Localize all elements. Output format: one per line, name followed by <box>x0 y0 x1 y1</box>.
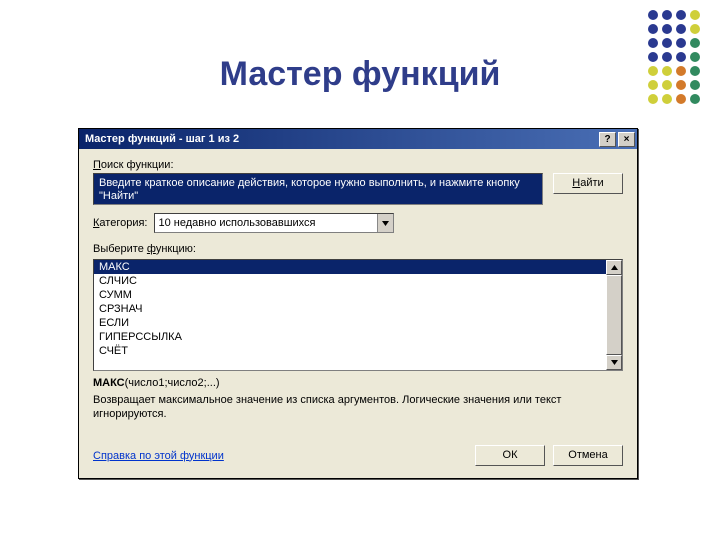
scroll-thumb[interactable] <box>606 275 622 355</box>
function-list-container: МАКССЛЧИССУММСРЗНАЧЕСЛИГИПЕРССЫЛКАСЧЁТ <box>93 259 623 371</box>
scroll-track[interactable] <box>606 275 622 355</box>
decorative-dots <box>648 10 702 106</box>
slide-title: Мастер функций <box>0 55 720 94</box>
dialog-title: Мастер функций - шаг 1 из 2 <box>85 133 597 145</box>
list-item[interactable]: ЕСЛИ <box>94 316 606 330</box>
search-input[interactable]: Введите краткое описание действия, котор… <box>93 173 543 205</box>
cancel-button[interactable]: Отмена <box>553 445 623 466</box>
scroll-down-icon[interactable] <box>606 355 622 370</box>
ok-button[interactable]: ОК <box>475 445 545 466</box>
function-description: Возвращает максимальное значение из спис… <box>93 393 623 421</box>
function-signature: МАКС(число1;число2;...) <box>93 377 623 389</box>
help-button[interactable]: ? <box>599 132 616 147</box>
list-item[interactable]: СРЗНАЧ <box>94 302 606 316</box>
scrollbar[interactable] <box>606 260 622 370</box>
function-wizard-dialog: Мастер функций - шаг 1 из 2 ? × Поиск фу… <box>78 128 638 479</box>
category-value: 10 недавно использовавшихся <box>155 217 377 229</box>
category-label: Категория: <box>93 217 148 229</box>
list-item[interactable]: СУММ <box>94 288 606 302</box>
list-item[interactable]: СЧЁТ <box>94 344 606 358</box>
list-item[interactable]: ГИПЕРССЫЛКА <box>94 330 606 344</box>
scroll-up-icon[interactable] <box>606 260 622 275</box>
close-button[interactable]: × <box>618 132 635 147</box>
category-select[interactable]: 10 недавно использовавшихся <box>154 213 394 233</box>
list-item[interactable]: СЛЧИС <box>94 274 606 288</box>
list-item[interactable]: МАКС <box>94 260 606 274</box>
function-list[interactable]: МАКССЛЧИССУММСРЗНАЧЕСЛИГИПЕРССЫЛКАСЧЁТ <box>94 260 606 370</box>
help-link[interactable]: Справка по этой функции <box>93 450 467 462</box>
search-label: Поиск функции: <box>93 159 623 171</box>
choose-function-label: Выберите функцию: <box>93 243 623 255</box>
find-button[interactable]: Найти <box>553 173 623 194</box>
dropdown-icon[interactable] <box>377 214 393 232</box>
titlebar: Мастер функций - шаг 1 из 2 ? × <box>79 129 637 149</box>
